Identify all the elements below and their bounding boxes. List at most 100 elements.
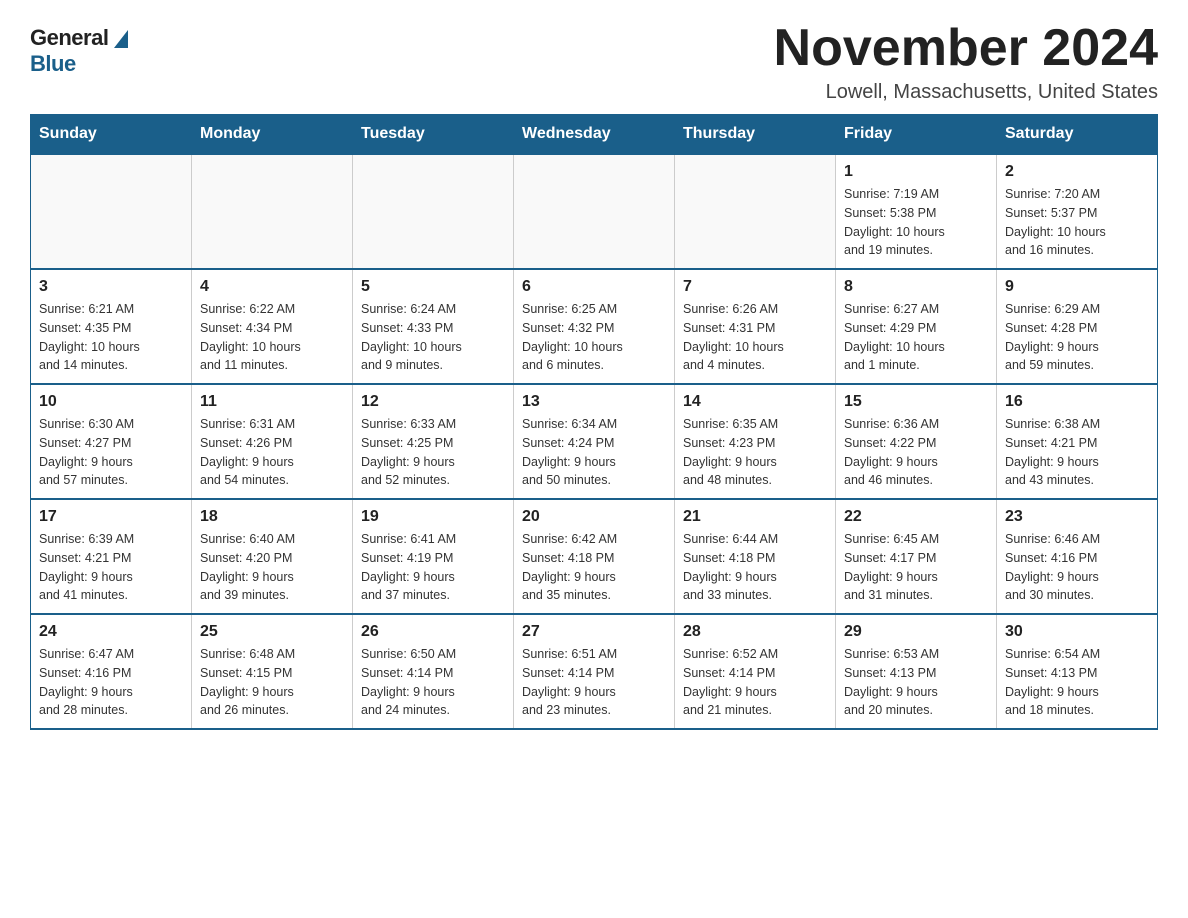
calendar-cell-3-5: 22 Sunrise: 6:45 AM Sunset: 4:17 PM Dayli… bbox=[836, 499, 997, 614]
day-number: 11 bbox=[200, 393, 344, 411]
calendar-cell-0-2 bbox=[353, 154, 514, 269]
day-info: Sunrise: 6:41 AM Sunset: 4:19 PM Dayligh… bbox=[361, 530, 505, 605]
day-number: 10 bbox=[39, 393, 183, 411]
calendar-week-1: 1 Sunrise: 7:19 AM Sunset: 5:38 PM Daylig… bbox=[31, 154, 1158, 269]
calendar-cell-4-1: 25Sunrise: 6:48 AM Sunset: 4:15 PM Dayli… bbox=[192, 614, 353, 729]
day-info: Sunrise: 6:36 AM Sunset: 4:22 PM Dayligh… bbox=[844, 415, 988, 490]
subtitle: Lowell, Massachusetts, United States bbox=[774, 81, 1158, 104]
day-number: 27 bbox=[522, 623, 666, 641]
calendar-cell-2-1: 11 Sunrise: 6:31 AM Sunset: 4:26 PM Dayli… bbox=[192, 384, 353, 499]
calendar-cell-2-5: 15Sunrise: 6:36 AM Sunset: 4:22 PM Dayli… bbox=[836, 384, 997, 499]
day-number: 2 bbox=[1005, 163, 1149, 181]
header-saturday: Saturday bbox=[997, 115, 1158, 155]
day-number: 9 bbox=[1005, 278, 1149, 296]
day-number: 17 bbox=[39, 508, 183, 526]
calendar-cell-4-2: 26 Sunrise: 6:50 AM Sunset: 4:14 PM Dayli… bbox=[353, 614, 514, 729]
calendar-table: SundayMondayTuesdayWednesdayThursdayFrid… bbox=[30, 114, 1158, 730]
header-friday: Friday bbox=[836, 115, 997, 155]
day-number: 30 bbox=[1005, 623, 1149, 641]
day-info: Sunrise: 6:29 AM Sunset: 4:28 PM Dayligh… bbox=[1005, 300, 1149, 375]
calendar-cell-1-4: 7 Sunrise: 6:26 AM Sunset: 4:31 PM Daylig… bbox=[675, 269, 836, 384]
calendar-week-4: 17 Sunrise: 6:39 AM Sunset: 4:21 PM Dayli… bbox=[31, 499, 1158, 614]
calendar-cell-0-5: 1 Sunrise: 7:19 AM Sunset: 5:38 PM Daylig… bbox=[836, 154, 997, 269]
calendar-cell-2-2: 12Sunrise: 6:33 AM Sunset: 4:25 PM Dayli… bbox=[353, 384, 514, 499]
day-info: Sunrise: 6:53 AM Sunset: 4:13 PM Dayligh… bbox=[844, 645, 988, 720]
header-wednesday: Wednesday bbox=[514, 115, 675, 155]
day-number: 6 bbox=[522, 278, 666, 296]
calendar-cell-4-4: 28 Sunrise: 6:52 AM Sunset: 4:14 PM Dayli… bbox=[675, 614, 836, 729]
day-info: Sunrise: 7:19 AM Sunset: 5:38 PM Dayligh… bbox=[844, 185, 988, 260]
day-number: 23 bbox=[1005, 508, 1149, 526]
day-number: 5 bbox=[361, 278, 505, 296]
day-info: Sunrise: 7:20 AM Sunset: 5:37 PM Dayligh… bbox=[1005, 185, 1149, 260]
day-number: 7 bbox=[683, 278, 827, 296]
day-info: Sunrise: 6:48 AM Sunset: 4:15 PM Dayligh… bbox=[200, 645, 344, 720]
calendar-cell-0-1 bbox=[192, 154, 353, 269]
calendar-cell-3-4: 21Sunrise: 6:44 AM Sunset: 4:18 PM Dayli… bbox=[675, 499, 836, 614]
header-thursday: Thursday bbox=[675, 115, 836, 155]
day-number: 26 bbox=[361, 623, 505, 641]
day-info: Sunrise: 6:51 AM Sunset: 4:14 PM Dayligh… bbox=[522, 645, 666, 720]
calendar-week-3: 10 Sunrise: 6:30 AM Sunset: 4:27 PM Dayli… bbox=[31, 384, 1158, 499]
calendar-header-row: SundayMondayTuesdayWednesdayThursdayFrid… bbox=[31, 115, 1158, 155]
day-number: 8 bbox=[844, 278, 988, 296]
day-info: Sunrise: 6:54 AM Sunset: 4:13 PM Dayligh… bbox=[1005, 645, 1149, 720]
day-number: 22 bbox=[844, 508, 988, 526]
page-header: General Blue November 2024 Lowell, Massa… bbox=[30, 20, 1158, 104]
day-info: Sunrise: 6:47 AM Sunset: 4:16 PM Dayligh… bbox=[39, 645, 183, 720]
calendar-cell-1-6: 9 Sunrise: 6:29 AM Sunset: 4:28 PM Daylig… bbox=[997, 269, 1158, 384]
day-number: 19 bbox=[361, 508, 505, 526]
day-info: Sunrise: 6:42 AM Sunset: 4:18 PM Dayligh… bbox=[522, 530, 666, 605]
calendar-cell-2-3: 13 Sunrise: 6:34 AM Sunset: 4:24 PM Dayli… bbox=[514, 384, 675, 499]
day-info: Sunrise: 6:22 AM Sunset: 4:34 PM Dayligh… bbox=[200, 300, 344, 375]
calendar-cell-0-4 bbox=[675, 154, 836, 269]
day-number: 18 bbox=[200, 508, 344, 526]
calendar-cell-1-0: 3Sunrise: 6:21 AM Sunset: 4:35 PM Daylig… bbox=[31, 269, 192, 384]
day-number: 3 bbox=[39, 278, 183, 296]
day-info: Sunrise: 6:35 AM Sunset: 4:23 PM Dayligh… bbox=[683, 415, 827, 490]
day-number: 4 bbox=[200, 278, 344, 296]
calendar-cell-3-2: 19 Sunrise: 6:41 AM Sunset: 4:19 PM Dayli… bbox=[353, 499, 514, 614]
day-info: Sunrise: 6:34 AM Sunset: 4:24 PM Dayligh… bbox=[522, 415, 666, 490]
day-info: Sunrise: 6:30 AM Sunset: 4:27 PM Dayligh… bbox=[39, 415, 183, 490]
logo-blue-text: Blue bbox=[30, 51, 76, 77]
day-number: 24 bbox=[39, 623, 183, 641]
day-number: 14 bbox=[683, 393, 827, 411]
calendar-cell-4-3: 27 Sunrise: 6:51 AM Sunset: 4:14 PM Dayli… bbox=[514, 614, 675, 729]
day-info: Sunrise: 6:52 AM Sunset: 4:14 PM Dayligh… bbox=[683, 645, 827, 720]
day-info: Sunrise: 6:26 AM Sunset: 4:31 PM Dayligh… bbox=[683, 300, 827, 375]
calendar-week-5: 24 Sunrise: 6:47 AM Sunset: 4:16 PM Dayli… bbox=[31, 614, 1158, 729]
calendar-cell-0-3 bbox=[514, 154, 675, 269]
day-info: Sunrise: 6:27 AM Sunset: 4:29 PM Dayligh… bbox=[844, 300, 988, 375]
calendar-cell-3-1: 18Sunrise: 6:40 AM Sunset: 4:20 PM Dayli… bbox=[192, 499, 353, 614]
day-info: Sunrise: 6:24 AM Sunset: 4:33 PM Dayligh… bbox=[361, 300, 505, 375]
calendar-week-2: 3Sunrise: 6:21 AM Sunset: 4:35 PM Daylig… bbox=[31, 269, 1158, 384]
header-tuesday: Tuesday bbox=[353, 115, 514, 155]
page-title: November 2024 bbox=[774, 20, 1158, 77]
day-info: Sunrise: 6:45 AM Sunset: 4:17 PM Dayligh… bbox=[844, 530, 988, 605]
day-number: 21 bbox=[683, 508, 827, 526]
calendar-cell-3-3: 20 Sunrise: 6:42 AM Sunset: 4:18 PM Dayli… bbox=[514, 499, 675, 614]
day-info: Sunrise: 6:33 AM Sunset: 4:25 PM Dayligh… bbox=[361, 415, 505, 490]
day-number: 16 bbox=[1005, 393, 1149, 411]
calendar-cell-1-5: 8 Sunrise: 6:27 AM Sunset: 4:29 PM Daylig… bbox=[836, 269, 997, 384]
calendar-cell-2-4: 14 Sunrise: 6:35 AM Sunset: 4:23 PM Dayli… bbox=[675, 384, 836, 499]
day-info: Sunrise: 6:25 AM Sunset: 4:32 PM Dayligh… bbox=[522, 300, 666, 375]
day-number: 29 bbox=[844, 623, 988, 641]
day-info: Sunrise: 6:39 AM Sunset: 4:21 PM Dayligh… bbox=[39, 530, 183, 605]
day-number: 28 bbox=[683, 623, 827, 641]
day-info: Sunrise: 6:31 AM Sunset: 4:26 PM Dayligh… bbox=[200, 415, 344, 490]
calendar-cell-1-1: 4 Sunrise: 6:22 AM Sunset: 4:34 PM Daylig… bbox=[192, 269, 353, 384]
calendar-cell-0-6: 2 Sunrise: 7:20 AM Sunset: 5:37 PM Daylig… bbox=[997, 154, 1158, 269]
day-info: Sunrise: 6:50 AM Sunset: 4:14 PM Dayligh… bbox=[361, 645, 505, 720]
calendar-cell-2-6: 16Sunrise: 6:38 AM Sunset: 4:21 PM Dayli… bbox=[997, 384, 1158, 499]
day-number: 20 bbox=[522, 508, 666, 526]
calendar-cell-4-5: 29 Sunrise: 6:53 AM Sunset: 4:13 PM Dayli… bbox=[836, 614, 997, 729]
header-monday: Monday bbox=[192, 115, 353, 155]
day-number: 1 bbox=[844, 163, 988, 181]
day-info: Sunrise: 6:46 AM Sunset: 4:16 PM Dayligh… bbox=[1005, 530, 1149, 605]
calendar-cell-4-6: 30 Sunrise: 6:54 AM Sunset: 4:13 PM Dayli… bbox=[997, 614, 1158, 729]
calendar-cell-3-0: 17 Sunrise: 6:39 AM Sunset: 4:21 PM Dayli… bbox=[31, 499, 192, 614]
calendar-cell-2-0: 10 Sunrise: 6:30 AM Sunset: 4:27 PM Dayli… bbox=[31, 384, 192, 499]
day-number: 13 bbox=[522, 393, 666, 411]
